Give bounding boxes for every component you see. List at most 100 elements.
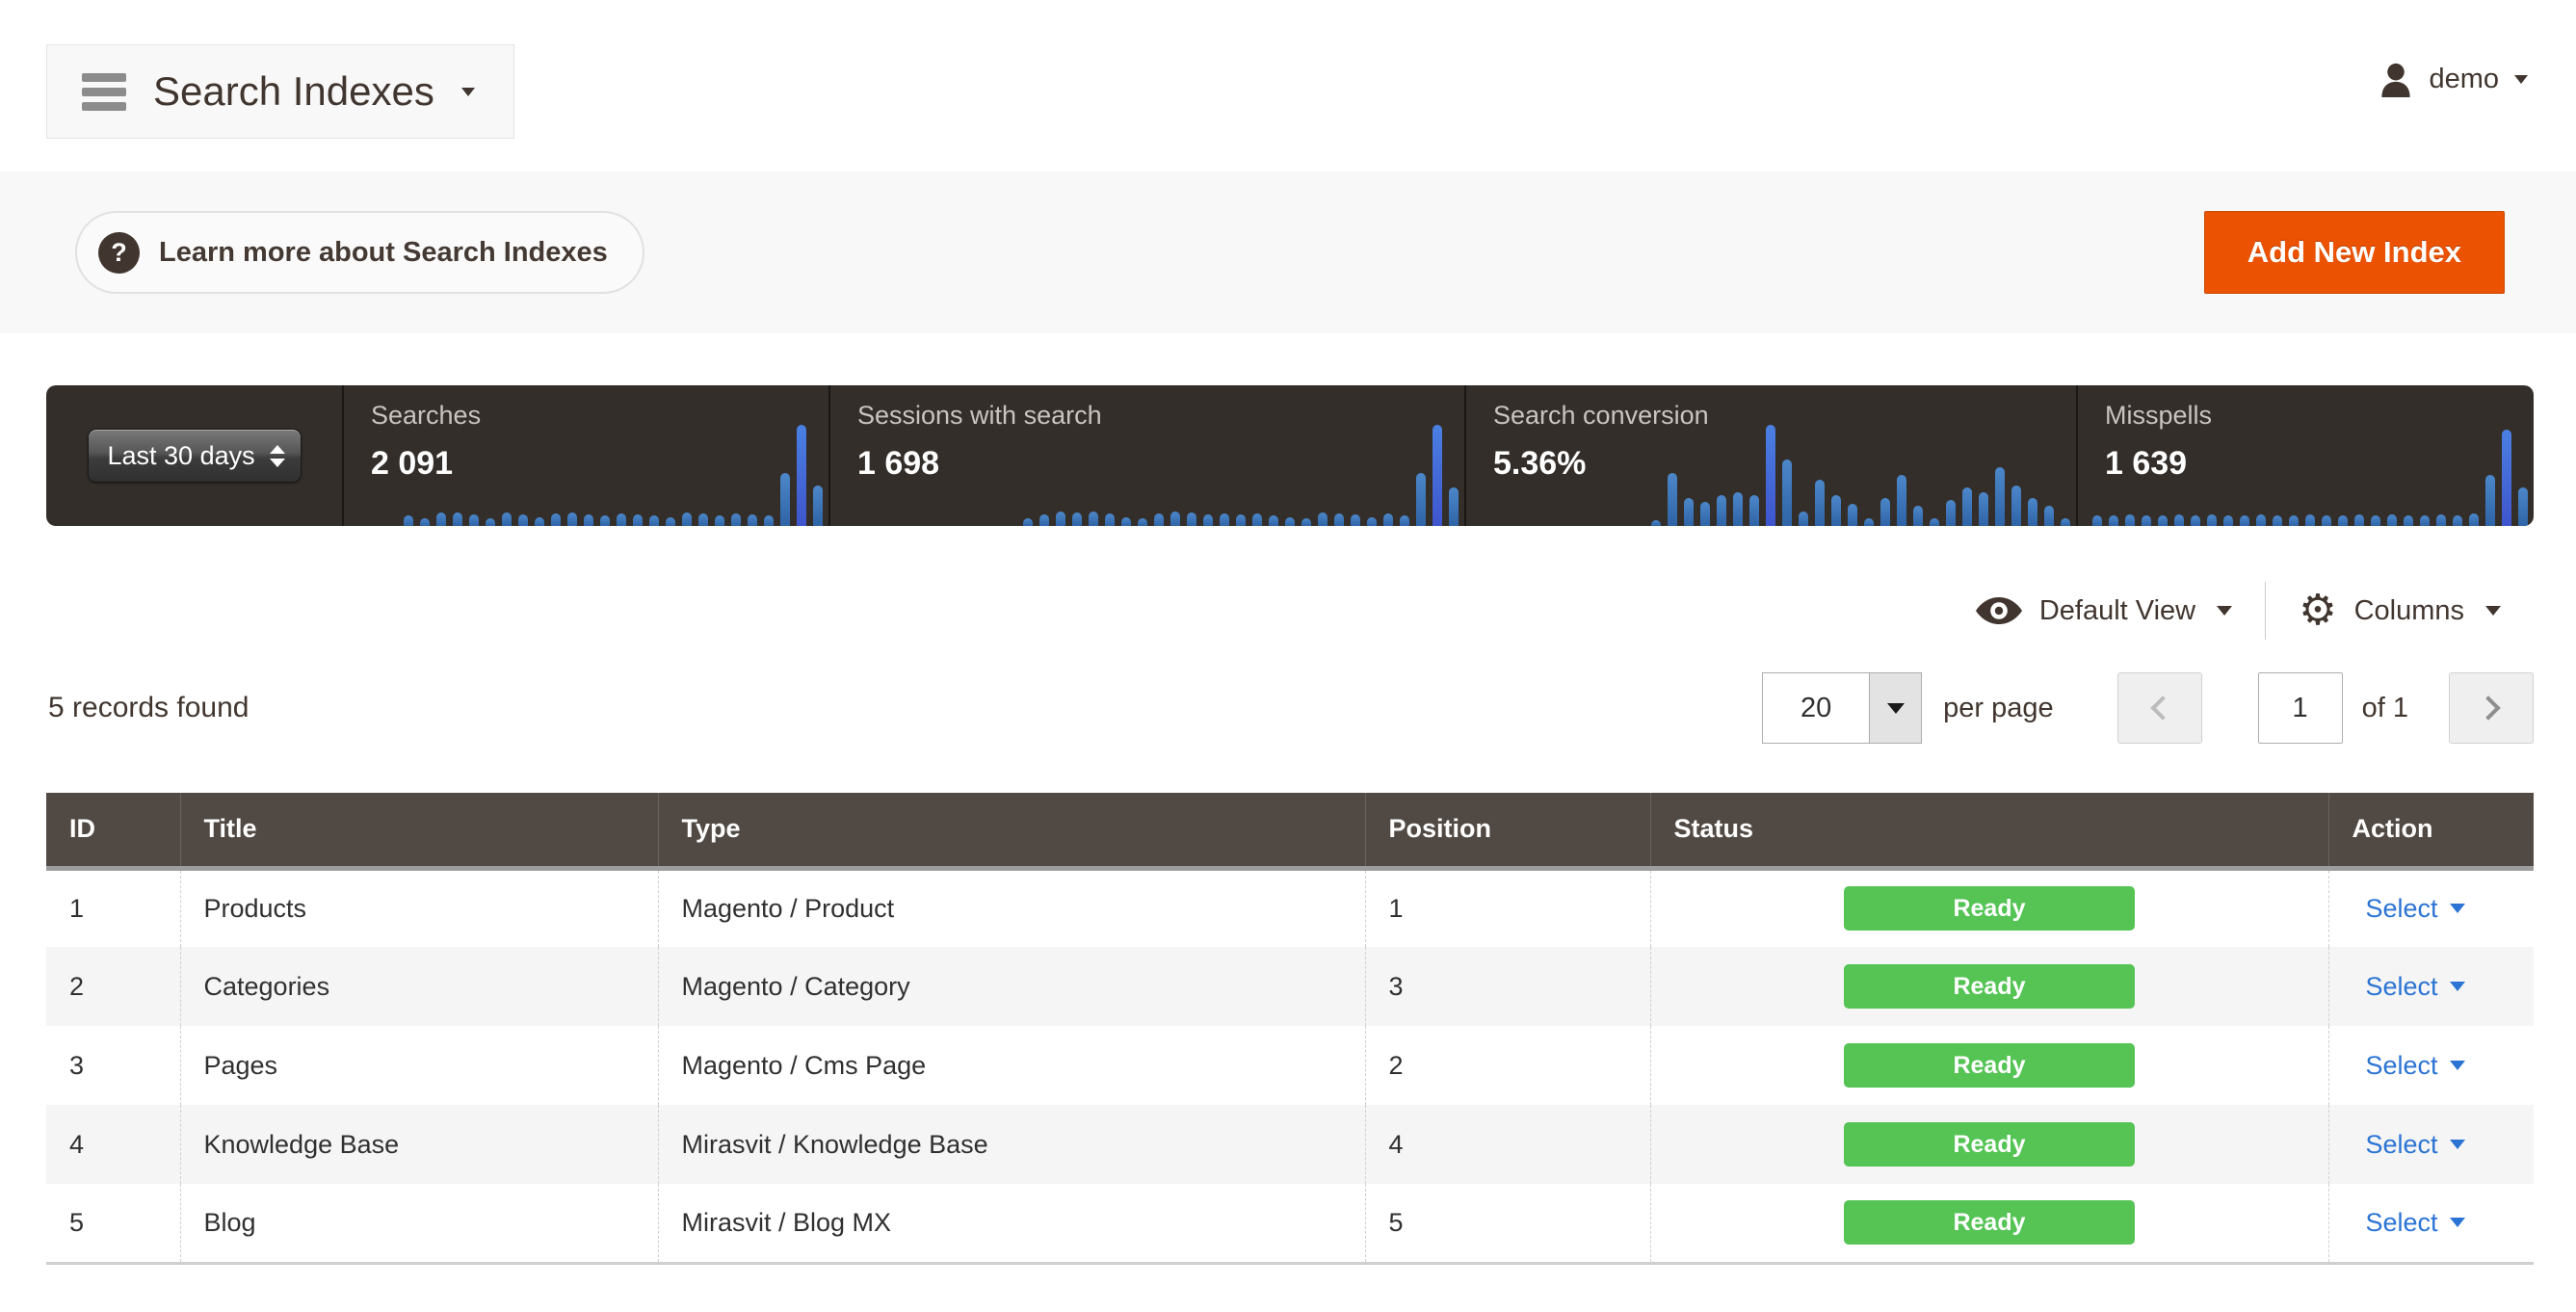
spark-bar <box>698 513 708 526</box>
select-action-label: Select <box>2366 894 2438 924</box>
spark-bar <box>2436 514 2446 526</box>
period-select[interactable]: Last 30 days <box>88 429 302 483</box>
user-menu[interactable]: demo <box>2379 56 2528 102</box>
column-header-title[interactable]: Title <box>180 793 658 868</box>
spark-bar <box>2207 514 2217 526</box>
cell-type: Mirasvit / Knowledge Base <box>658 1105 1365 1184</box>
sparkline <box>1023 425 1459 526</box>
spark-bar <box>404 515 413 526</box>
add-new-index-button[interactable]: Add New Index <box>2204 211 2505 294</box>
spark-bar <box>1154 513 1164 526</box>
spark-bar <box>2420 515 2430 526</box>
spark-bar <box>731 513 741 526</box>
status-badge: Ready <box>1844 1200 2135 1245</box>
page-title: Search Indexes <box>153 68 434 115</box>
status-badge: Ready <box>1844 1043 2135 1088</box>
columns-selector-label: Columns <box>2354 595 2464 627</box>
columns-selector[interactable]: ⚙ Columns <box>2265 582 2534 640</box>
stats-period-section: Last 30 days <box>46 385 342 526</box>
column-header-action[interactable]: Action <box>2328 793 2534 868</box>
select-action-label: Select <box>2366 972 2438 1002</box>
spark-bar <box>2109 515 2118 526</box>
spark-bar <box>1056 512 1065 526</box>
spark-bar <box>1449 487 1459 526</box>
spark-bar <box>715 515 724 526</box>
add-new-index-label: Add New Index <box>2247 235 2461 270</box>
table-row: 3PagesMagento / Cms Page2ReadySelect <box>46 1026 2534 1105</box>
search-indexes-table: ID Title Type Position Status Action 1Pr… <box>46 793 2534 1265</box>
spark-bar <box>1880 498 1890 526</box>
column-header-status[interactable]: Status <box>1650 793 2328 868</box>
spark-bar <box>1684 498 1694 526</box>
spark-bar <box>1400 515 1409 526</box>
stat-value: 5.36% <box>1493 445 1586 483</box>
caret-down-icon <box>2514 75 2528 84</box>
spark-bar <box>1252 513 1262 526</box>
select-action-link[interactable]: Select <box>2366 894 2465 924</box>
select-action-link[interactable]: Select <box>2366 1051 2465 1081</box>
per-page-value: 20 <box>1763 673 1869 743</box>
spark-bar <box>2354 514 2364 526</box>
spark-bar <box>2011 485 2021 526</box>
eye-icon <box>1976 596 2022 625</box>
spark-bar <box>2387 514 2397 526</box>
spark-bar <box>518 514 528 526</box>
column-header-type[interactable]: Type <box>658 793 1365 868</box>
spark-bar <box>1089 512 1098 526</box>
column-header-position[interactable]: Position <box>1365 793 1650 868</box>
spark-bar <box>1433 425 1442 526</box>
stat-panel-searches: Searches 2 091 <box>342 385 828 526</box>
view-selector[interactable]: Default View <box>1943 595 2265 627</box>
spark-bar <box>436 512 446 526</box>
sparkline <box>404 425 823 526</box>
cell-status: Ready <box>1650 1105 2328 1184</box>
caret-down-icon <box>2450 1218 2465 1227</box>
per-page-select[interactable]: 20 <box>1762 672 1922 744</box>
spark-bar <box>1782 459 1792 526</box>
spark-bar <box>1749 495 1759 526</box>
cell-title: Categories <box>180 947 658 1026</box>
username: demo <box>2429 64 2499 95</box>
chevron-left-icon <box>2150 695 2174 720</box>
spark-bar <box>469 514 479 526</box>
page-title-dropdown[interactable]: Search Indexes <box>46 44 514 139</box>
spark-bar <box>2028 498 2037 526</box>
spark-bar <box>1799 512 1808 526</box>
cell-title: Blog <box>180 1184 658 1263</box>
spark-bar <box>1023 518 1033 526</box>
spark-bar <box>1203 514 1213 526</box>
spark-bar <box>486 518 495 526</box>
spark-bar <box>1930 518 1939 526</box>
spark-bar <box>2191 515 2200 526</box>
spark-bar <box>1848 504 1857 526</box>
spark-bar <box>2125 514 2135 526</box>
caret-down-icon <box>2450 1061 2465 1070</box>
cell-status: Ready <box>1650 1184 2328 1263</box>
grid-controls: Default View ⚙ Columns <box>1943 582 2534 640</box>
total-pages-label: of 1 <box>2362 693 2408 724</box>
spark-bar <box>813 485 823 526</box>
select-action-link[interactable]: Select <box>2366 972 2465 1002</box>
table-row: 4 Knowledge BaseMirasvit / Knowledge Base… <box>46 1105 2534 1184</box>
spark-bar <box>1897 475 1906 526</box>
spark-bar <box>1733 492 1743 526</box>
prev-page-button[interactable] <box>2117 672 2202 744</box>
status-badge: Ready <box>1844 964 2135 1009</box>
learn-more-button[interactable]: ? Learn more about Search Indexes <box>75 211 644 294</box>
spark-bar <box>2485 475 2495 526</box>
select-action-link[interactable]: Select <box>2366 1208 2465 1238</box>
select-action-link[interactable]: Select <box>2366 1130 2465 1160</box>
next-page-button[interactable] <box>2449 672 2534 744</box>
cell-position: 4 <box>1365 1105 1650 1184</box>
question-icon: ? <box>98 232 140 274</box>
page-number-input[interactable] <box>2258 672 2343 744</box>
cell-title: Knowledge Base <box>180 1105 658 1184</box>
spark-bar <box>2322 515 2331 526</box>
cell-action: Select <box>2328 947 2534 1026</box>
cell-title: Products <box>180 868 658 947</box>
column-header-id[interactable]: ID <box>46 793 180 868</box>
stat-label: Misspells <box>2105 401 2212 431</box>
spark-bar <box>2371 515 2380 526</box>
spark-bar <box>453 512 462 526</box>
spark-bar <box>1367 517 1377 526</box>
